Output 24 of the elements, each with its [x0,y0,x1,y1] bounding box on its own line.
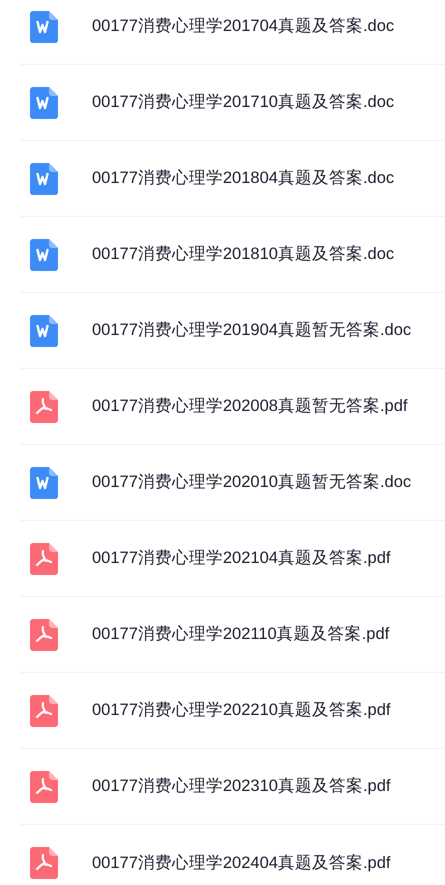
file-name[interactable]: 00177消费心理学201810真题及答案.doc [92,242,394,267]
file-name[interactable]: 00177消费心理学202008真题暂无答案.pdf [92,394,408,419]
word-document-icon [30,314,58,346]
file-name[interactable]: 00177消费心理学202110真题及答案.pdf [92,622,390,647]
pdf-document-icon [30,770,58,802]
word-document-icon [30,162,58,194]
word-document-icon [30,466,58,498]
pdf-document-icon [30,694,58,726]
pdf-document-icon [30,847,58,879]
pdf-document-icon [30,618,58,650]
word-document-icon [30,10,58,42]
file-name[interactable]: 00177消费心理学202310真题及答案.pdf [92,774,390,799]
file-name[interactable]: 00177消费心理学202404真题及答案.pdf [92,850,390,876]
file-name[interactable]: 00177消费心理学202104真题及答案.pdf [92,546,390,571]
word-document-icon [30,86,58,118]
file-name[interactable]: 00177消费心理学201710真题及答案.doc [92,90,394,115]
pdf-document-icon [30,542,58,574]
file-name[interactable]: 00177消费心理学202010真题暂无答案.doc [92,470,412,495]
pdf-document-icon [30,390,58,422]
file-name[interactable]: 00177消费心理学201804真题及答案.doc [92,166,394,191]
file-name[interactable]: 00177消费心理学202210真题及答案.pdf [92,698,390,723]
word-document-icon [30,238,58,270]
file-name[interactable]: 00177消费心理学201904真题暂无答案.doc [92,318,412,343]
file-name[interactable]: 00177消费心理学201704真题及答案.doc [92,14,394,39]
